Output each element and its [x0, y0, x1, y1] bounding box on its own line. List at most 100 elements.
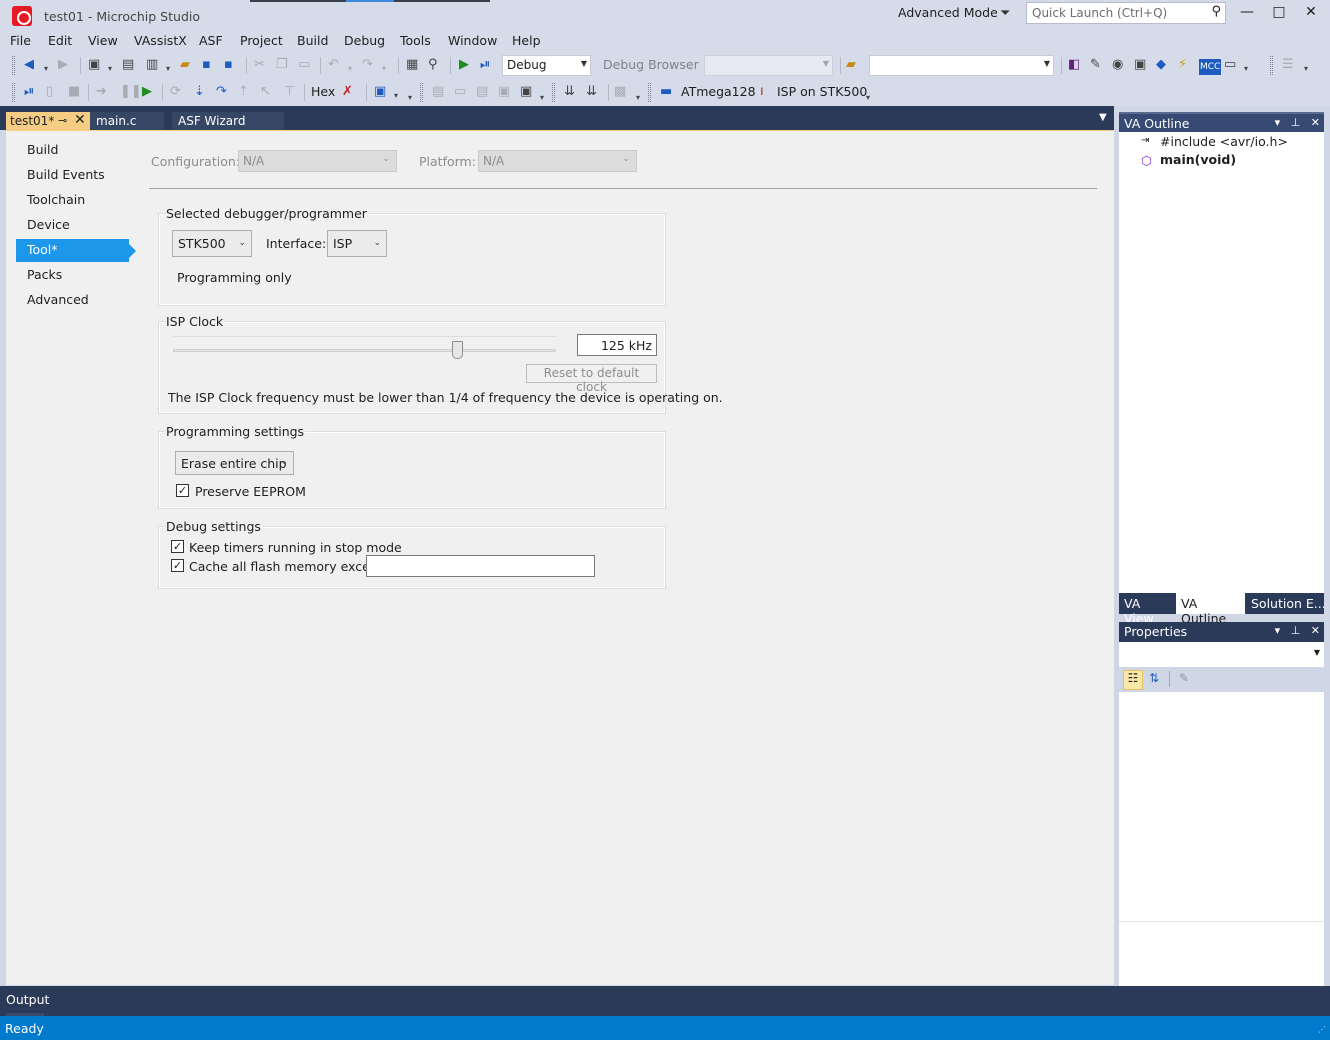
cache-flash-input[interactable] [366, 555, 595, 577]
preserve-eeprom-checkbox[interactable]: ✓ [176, 484, 189, 497]
toolbar-overflow-icon[interactable]: ▾ [636, 90, 640, 106]
menu-build[interactable]: Build [297, 33, 328, 48]
tab-va-outline[interactable]: VA Outline [1176, 593, 1245, 626]
pin-icon[interactable]: ⊥ [1291, 116, 1301, 129]
tab-test01[interactable]: test01* ⊸ ✕ [6, 112, 90, 131]
filter-icon[interactable]: ⏷ [1000, 6, 1010, 21]
new-dropdown-icon[interactable]: ▾ [108, 61, 112, 77]
resize-grip-icon[interactable]: ⋰ [1318, 1025, 1326, 1034]
minimize-button[interactable]: — [1232, 4, 1262, 24]
continue-icon[interactable]: ⏯ [24, 84, 34, 100]
toolbar-overflow-icon[interactable]: ▾ [540, 90, 544, 106]
close-button[interactable]: ✕ [1296, 4, 1326, 24]
save-all-icon[interactable]: ▪ [224, 57, 233, 73]
terminal-icon[interactable]: ▭ [1224, 57, 1236, 73]
menu-file[interactable]: File [10, 33, 31, 48]
find-in-files-icon[interactable]: ▰ [846, 57, 856, 73]
toolbar-grip[interactable] [1270, 56, 1273, 75]
tab-asf-wizard[interactable]: ASF Wizard [172, 112, 284, 131]
toolbar-overflow-icon[interactable]: ▾ [866, 90, 870, 106]
close-icon[interactable]: ✕ [1311, 624, 1320, 637]
menu-project[interactable]: Project [240, 33, 283, 48]
menu-debug[interactable]: Debug [344, 33, 385, 48]
back-dropdown-icon[interactable]: ▾ [44, 61, 48, 77]
erase-mode-select[interactable]: Erase entire chip ⌄ [175, 451, 294, 475]
tab-va-view[interactable]: VA View [1119, 593, 1176, 626]
interface-select[interactable]: ISP ⌄ [327, 230, 387, 257]
step-over-icon[interactable]: ↷ [216, 84, 227, 100]
nav-packs[interactable]: Packs [16, 264, 129, 287]
tab-list-dropdown-icon[interactable]: ▼ [1099, 112, 1107, 123]
search-icon[interactable]: ⚲ [1211, 4, 1221, 19]
menu-edit[interactable]: Edit [48, 33, 72, 48]
registers-icon[interactable]: ▭ [454, 84, 466, 100]
pin-icon[interactable]: ⊸ [58, 114, 67, 127]
attach-icon[interactable]: ▯ [46, 84, 53, 100]
toolbar-grip[interactable] [552, 83, 555, 102]
data-visualizer-icon[interactable]: ▩ [614, 84, 626, 100]
undo-dropdown-icon[interactable]: ▾ [348, 61, 352, 77]
menu-window[interactable]: Window [448, 33, 497, 48]
save-icon[interactable]: ▪ [202, 57, 211, 73]
solution-icon[interactable]: ▦ [406, 57, 418, 73]
cache-flash-checkbox[interactable]: ✓ [171, 559, 184, 572]
nav-advanced[interactable]: Advanced [16, 289, 129, 312]
categorized-icon[interactable]: ☷ [1123, 670, 1143, 690]
tab-output[interactable]: Output [0, 992, 55, 1007]
menu-tools[interactable]: Tools [400, 33, 431, 48]
toolbar-overflow-icon[interactable]: ▾ [408, 90, 412, 106]
find-icon[interactable]: ⚲ [428, 57, 438, 73]
download-icon[interactable]: ⇊ [564, 84, 575, 100]
navigate-back-icon[interactable]: ◀ [24, 57, 34, 73]
start-debugging-icon[interactable]: ▶ [459, 57, 469, 73]
io-view-icon[interactable]: ▤ [476, 84, 488, 100]
wrench-icon[interactable]: ✎ [1090, 57, 1101, 73]
menu-view[interactable]: View [88, 33, 118, 48]
maximize-button[interactable]: □ [1264, 4, 1294, 24]
device-programming-icon[interactable]: ◉ [1112, 57, 1123, 73]
reset-clock-button[interactable]: Reset to default clock [526, 364, 657, 394]
alphabetical-icon[interactable]: ⇅ [1149, 671, 1159, 685]
toolbar-grip[interactable] [420, 83, 423, 102]
new-project-icon[interactable]: ▣ [88, 57, 100, 73]
nav-build[interactable]: Build [16, 139, 129, 162]
align-icon[interactable]: ☰ [1282, 57, 1294, 73]
panel-dropdown-icon[interactable]: ▾ [1275, 116, 1281, 129]
paste-icon[interactable]: ▭ [298, 57, 310, 73]
program-icon[interactable]: ⇊ [586, 84, 597, 100]
debug-browser-dropdown-icon[interactable]: ▾ [689, 61, 693, 77]
toolbar-grip[interactable] [648, 83, 651, 102]
panel-dropdown-icon[interactable]: ▾ [1275, 624, 1281, 637]
configuration-combo[interactable]: Debug ▼ [502, 55, 591, 76]
close-icon[interactable]: ✕ [74, 112, 86, 128]
undo-icon[interactable]: ↶ [328, 57, 339, 73]
nav-device[interactable]: Device [16, 214, 129, 237]
keep-timers-checkbox[interactable]: ✓ [171, 540, 184, 553]
hex-toggle[interactable]: Hex [311, 84, 335, 99]
add-item-icon[interactable]: ▤ [122, 57, 134, 73]
stop-icon[interactable]: ■ [68, 84, 80, 100]
start-without-debugging-icon[interactable]: ⏯ [480, 57, 490, 73]
step-out-icon[interactable]: ⇡ [238, 84, 249, 100]
pause-icon[interactable]: ❚❚ [120, 84, 142, 100]
menu-vassistx[interactable]: VAssistX [134, 33, 187, 48]
mode-label[interactable]: Advanced Mode [898, 5, 998, 20]
windows-icon[interactable]: ▣ [374, 84, 386, 100]
windows-dropdown-icon[interactable]: ▾ [394, 88, 398, 104]
debug-browser-label[interactable]: Debug Browser [603, 57, 699, 72]
isp-clock-slider-thumb[interactable] [452, 341, 463, 359]
quick-launch-input[interactable]: Quick Launch (Ctrl+Q) ⚲ [1026, 2, 1226, 24]
run-icon[interactable]: ▶ [142, 84, 152, 100]
open-dropdown-icon[interactable]: ▾ [166, 61, 170, 77]
isp-clock-slider-track[interactable] [173, 349, 556, 352]
power-debugger-icon[interactable]: ⚡ [1178, 57, 1187, 73]
disassembly-icon[interactable]: ⊤ [284, 84, 295, 100]
device-selector[interactable]: ATmega128 [681, 84, 756, 99]
mcc-icon[interactable]: MCC [1199, 59, 1222, 75]
watch-icon[interactable]: ▣ [520, 84, 532, 100]
redo-icon[interactable]: ↷ [362, 57, 373, 73]
navigate-forward-icon[interactable]: ▶ [58, 57, 68, 73]
nav-tool[interactable]: Tool* [16, 239, 136, 262]
breakpoints-icon[interactable]: ✗ [342, 84, 353, 100]
menu-help[interactable]: Help [512, 33, 541, 48]
